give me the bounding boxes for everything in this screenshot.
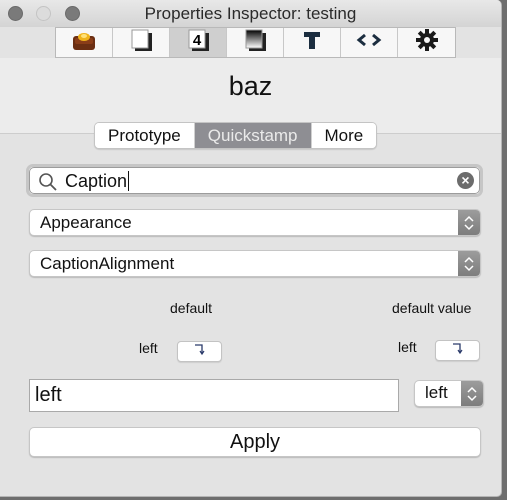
default-label: left: [139, 340, 158, 356]
inspector-toolbar: 4: [55, 27, 456, 58]
category-popup[interactable]: Appearance: [29, 209, 481, 236]
tool-text[interactable]: [284, 28, 341, 57]
window-title: Properties Inspector: testing: [144, 4, 357, 23]
tab-segmented-control: Prototype Quickstamp More: [94, 122, 378, 149]
tab-prototype[interactable]: Prototype: [95, 123, 195, 148]
return-arrow-icon: [193, 342, 207, 361]
chevron-updown-icon: [458, 210, 480, 235]
value-input[interactable]: left: [29, 379, 399, 412]
tool-settings[interactable]: [398, 28, 455, 57]
tool-gradient[interactable]: [227, 28, 284, 57]
chevron-updown-icon: [458, 251, 480, 276]
card-icon: [128, 28, 154, 57]
default-header: default: [170, 300, 213, 316]
tool-stack[interactable]: [56, 28, 113, 57]
default-value-apply-button[interactable]: [435, 340, 480, 361]
properties-inspector-window: Properties Inspector: testing 4 baz Prot…: [0, 0, 502, 497]
search-value: Caption: [65, 171, 128, 191]
clear-search-icon[interactable]: ×: [457, 172, 474, 189]
svg-text:4: 4: [193, 32, 202, 49]
tool-card[interactable]: [113, 28, 170, 57]
stack-icon: [71, 29, 97, 56]
gradient-icon: [242, 28, 268, 57]
object-name: baz: [228, 71, 273, 101]
gear-icon: [415, 28, 439, 57]
category-popup-value: Appearance: [40, 213, 132, 232]
number-icon: 4: [185, 28, 211, 57]
search-input[interactable]: Caption: [65, 170, 130, 192]
value-popup-value: left: [425, 383, 448, 402]
property-popup[interactable]: CaptionAlignment: [29, 250, 481, 277]
default-value-header: default value: [392, 300, 472, 316]
text-caret: [128, 171, 130, 191]
search-icon: [38, 172, 58, 197]
property-popup-value: CaptionAlignment: [40, 254, 175, 273]
default-apply-button[interactable]: [177, 341, 222, 362]
tool-code[interactable]: [341, 28, 398, 57]
value-popup[interactable]: left: [414, 380, 484, 407]
default-value-label: left: [398, 339, 417, 355]
code-icon: [356, 32, 382, 53]
chevron-updown-icon: [461, 381, 483, 406]
text-icon: [301, 29, 323, 56]
tab-quickstamp[interactable]: Quickstamp: [194, 123, 312, 148]
return-arrow-icon: [451, 341, 465, 360]
title-bar: Properties Inspector: testing: [0, 0, 501, 27]
tool-number[interactable]: 4: [170, 28, 227, 57]
apply-button[interactable]: Apply: [29, 427, 481, 457]
tab-more[interactable]: More: [311, 123, 377, 148]
search-field[interactable]: Caption ×: [26, 164, 483, 197]
